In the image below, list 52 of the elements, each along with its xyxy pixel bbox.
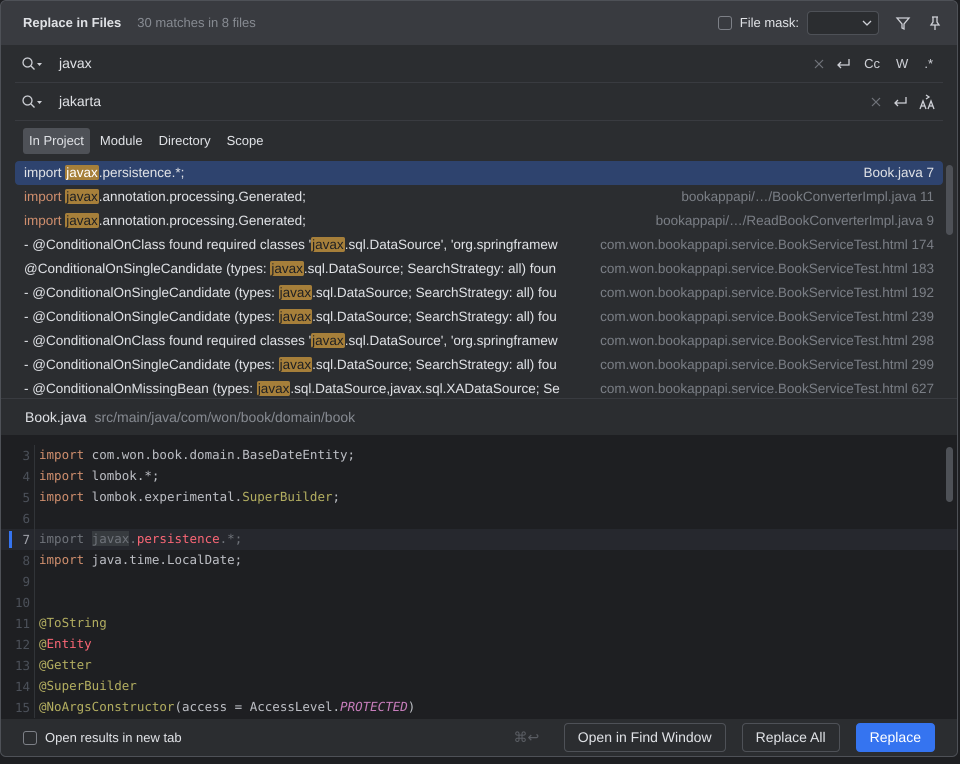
file-mask-checkbox[interactable]	[718, 16, 732, 30]
file-mask-label: File mask:	[740, 14, 799, 32]
clear-icon[interactable]	[812, 56, 826, 70]
code-line: @Entity	[38, 635, 92, 654]
scope-tab[interactable]: In Project	[23, 128, 90, 154]
result-row[interactable]: @ConditionalOnSingleCandidate (types: javax.sql.DataSource; SearchStrategy: all) foun com.won.bookappapi.service.BookServiceTest.html 183	[15, 257, 943, 281]
pin-icon[interactable]	[927, 15, 943, 31]
result-row[interactable]: import javax.annotation.processing.Generated; bookappapi/…/BookConverterImpl.java 11	[15, 185, 943, 209]
preview-file-name: Book.java	[25, 408, 86, 427]
result-row[interactable]: - @ConditionalOnClass found required classes 'javax.sql.DataSource', 'org.springframew com.won.bookappapi.service.BookServiceTest.html 174	[15, 233, 943, 257]
result-row[interactable]: - @ConditionalOnSingleCandidate (types: javax.sql.DataSource; SearchStrategy: all) fou com.won.bookappapi.service.BookServiceTest.html 239	[15, 305, 943, 329]
scrollbar[interactable]	[946, 447, 953, 502]
search-option[interactable]: Cc	[860, 54, 884, 74]
result-row[interactable]: - @ConditionalOnClass found required classes 'javax.sql.DataSource', 'org.springframew com.won.bookappapi.service.BookServiceTest.html 298	[15, 329, 943, 353]
scope-tab[interactable]: Directory	[152, 128, 217, 154]
dialog-button[interactable]: Replace	[856, 723, 935, 752]
code-line: import com.won.book.domain.BaseDateEntity;	[38, 446, 356, 464]
line-number: 7	[1, 529, 35, 550]
result-row[interactable]: - @ConditionalOnSingleCandidate (types: javax.sql.DataSource; SearchStrategy: all) fou com.won.bookappapi.service.BookServiceTest.html 192	[15, 281, 943, 305]
match-summary: 30 matches in 8 files	[137, 14, 256, 32]
result-row[interactable]: - @ConditionalOnSingleCandidate (types: javax.sql.DataSource; SearchStrategy: all) fou com.won.bookappapi.service.BookServiceTest.html 299	[15, 353, 943, 377]
dialog-title: Replace in Files	[23, 14, 122, 32]
scope-tab[interactable]: Module	[94, 128, 149, 154]
find-field[interactable]: javax	[59, 53, 92, 74]
filter-icon[interactable]	[895, 15, 911, 31]
code-line: import javax.persistence.*;	[38, 530, 242, 548]
dialog-button[interactable]: Open in Find Window	[564, 723, 726, 752]
search-history-icon[interactable]	[21, 56, 43, 72]
result-row[interactable]: import javax.annotation.processing.Generated; bookappapi/…/ReadBookConverterImpl.java 9	[15, 209, 943, 233]
search-option[interactable]: W	[892, 54, 912, 74]
shortcut-hint: ⌘↩	[514, 728, 540, 747]
code-line: import lombok.experimental.SuperBuilder;	[38, 488, 340, 506]
new-tab-label: Open results in new tab	[45, 728, 182, 747]
scope-tab[interactable]: Scope	[220, 128, 270, 154]
preserve-case-icon[interactable]	[917, 92, 937, 110]
result-row[interactable]: - @ConditionalOnMissingBean (types: javax.sql.DataSource,javax.sql.XADataSource; Se com.won.bookappapi.service.BookServiceTest.html 627	[15, 377, 943, 398]
search-option[interactable]: .*	[920, 54, 937, 74]
code-line: import java.time.LocalDate;	[38, 551, 242, 570]
clear-icon[interactable]	[869, 94, 883, 108]
dialog-button[interactable]: Replace All	[742, 723, 840, 752]
code-line: @NoArgsConstructor(access = AccessLevel.PROTECTED)	[38, 698, 416, 716]
preview-file-path: src/main/java/com/won/book/domain/book	[94, 408, 356, 427]
code-line: import lombok.*;	[38, 467, 160, 486]
scrollbar[interactable]	[946, 165, 953, 235]
new-tab-checkbox[interactable]	[23, 730, 37, 744]
replace-field[interactable]: jakarta	[59, 91, 102, 112]
code-line: @ToString	[38, 614, 107, 632]
code-line: @SuperBuilder	[38, 677, 137, 696]
code-line: @Getter	[38, 656, 92, 674]
result-row[interactable]: import javax.persistence.*; Book.java 7	[15, 161, 943, 185]
search-history-icon[interactable]	[21, 94, 43, 110]
file-mask-field[interactable]	[807, 11, 879, 35]
